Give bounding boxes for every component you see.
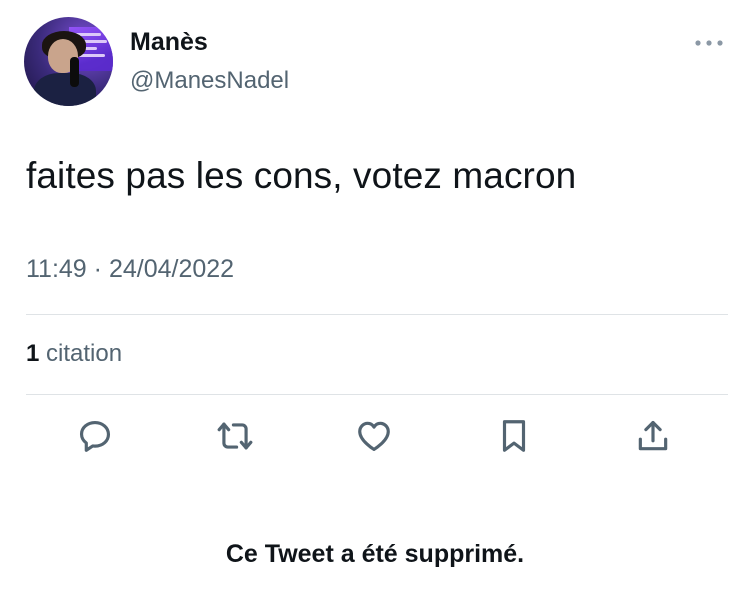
retweet-icon (217, 422, 253, 450)
retweet-button[interactable] (216, 417, 254, 455)
avatar[interactable] (24, 17, 113, 106)
tweet-text: faites pas les cons, votez macron (26, 155, 577, 196)
quote-count-link[interactable]: 1 citation (26, 340, 122, 368)
avatar-microphone (70, 57, 79, 87)
divider-bottom (26, 394, 728, 395)
avatar-body (34, 73, 96, 106)
reply-button[interactable] (76, 417, 114, 455)
divider-top (26, 314, 728, 315)
quote-count: 1 (26, 340, 40, 367)
tweet-time: 11:49 (26, 255, 87, 283)
bookmark-icon (502, 420, 526, 452)
bookmark-button[interactable] (495, 417, 533, 455)
meta-separator: · (93, 255, 102, 283)
heart-icon (358, 421, 390, 452)
share-button[interactable] (634, 417, 672, 455)
tweet-date: 24/04/2022 (108, 255, 235, 283)
like-button[interactable] (355, 417, 393, 455)
deleted-tweet-notice: Ce Tweet a été supprimé. (225, 540, 525, 568)
author-handle[interactable]: @ManesNadel (130, 67, 289, 95)
author-display-name[interactable]: Manès (130, 28, 208, 57)
share-icon (638, 420, 668, 451)
speech-bubble-icon (79, 420, 111, 452)
more-options-icon[interactable] (694, 37, 724, 49)
quote-label: citation (46, 340, 123, 367)
tweet-timestamp[interactable]: 11:49 · 24/04/2022 (26, 255, 234, 284)
